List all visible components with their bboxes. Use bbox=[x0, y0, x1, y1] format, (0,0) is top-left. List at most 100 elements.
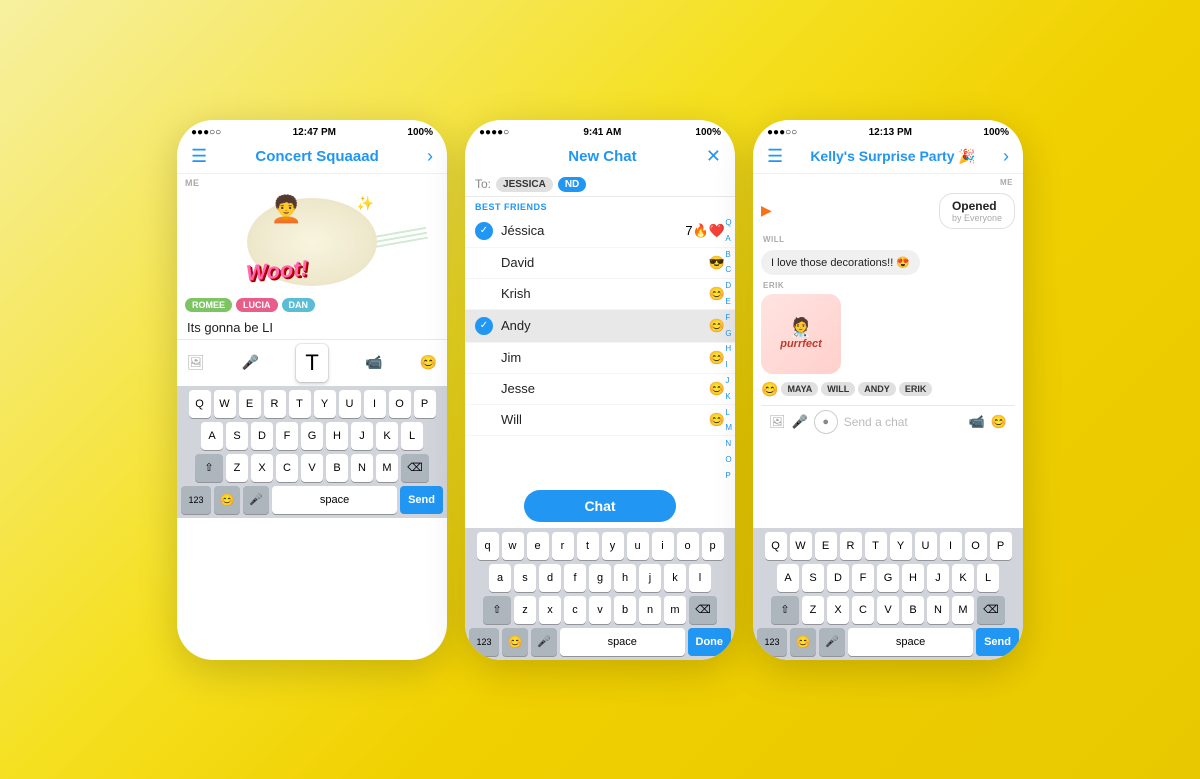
kb-u[interactable]: U bbox=[339, 390, 361, 418]
kb-g[interactable]: G bbox=[301, 422, 323, 450]
kb2-d[interactable]: d bbox=[539, 564, 561, 592]
kb3-z[interactable]: Z bbox=[802, 596, 824, 624]
alpha-i[interactable]: I bbox=[725, 360, 732, 369]
kb2-l[interactable]: l bbox=[689, 564, 711, 592]
image-icon-3[interactable]: 🖼 bbox=[769, 414, 786, 430]
kb-emoji-1[interactable]: 😊 bbox=[214, 486, 240, 514]
kb2-shift[interactable]: ⇧ bbox=[483, 596, 511, 624]
kb2-m[interactable]: m bbox=[664, 596, 686, 624]
kb3-d[interactable]: D bbox=[827, 564, 849, 592]
kb2-a[interactable]: a bbox=[489, 564, 511, 592]
kb2-g[interactable]: g bbox=[589, 564, 611, 592]
kb3-p[interactable]: P bbox=[990, 532, 1012, 560]
kb-b[interactable]: B bbox=[326, 454, 348, 482]
kb3-s[interactable]: S bbox=[802, 564, 824, 592]
alpha-k[interactable]: K bbox=[725, 392, 732, 401]
kb-mic-2[interactable]: 🎤 bbox=[531, 628, 557, 656]
kb3-t[interactable]: T bbox=[865, 532, 887, 560]
alpha-e[interactable]: E bbox=[725, 297, 732, 306]
kb2-t[interactable]: t bbox=[577, 532, 599, 560]
send-button-3[interactable]: Send bbox=[976, 628, 1019, 656]
kb2-n[interactable]: n bbox=[639, 596, 661, 624]
contact-jesse[interactable]: Jesse 😊 bbox=[465, 374, 735, 405]
contact-jessica[interactable]: ✓ Jéssica 7🔥❤️ bbox=[465, 215, 735, 248]
kb3-delete[interactable]: ⌫ bbox=[977, 596, 1005, 624]
kb-i[interactable]: I bbox=[364, 390, 386, 418]
kb-emoji-3[interactable]: 😊 bbox=[790, 628, 816, 656]
kb-l[interactable]: L bbox=[401, 422, 423, 450]
kb2-w[interactable]: w bbox=[502, 532, 524, 560]
kb-h[interactable]: H bbox=[326, 422, 348, 450]
kb2-o[interactable]: o bbox=[677, 532, 699, 560]
alpha-l[interactable]: L bbox=[725, 408, 732, 417]
kb2-j[interactable]: j bbox=[639, 564, 661, 592]
kb2-s[interactable]: s bbox=[514, 564, 536, 592]
kb3-i[interactable]: I bbox=[940, 532, 962, 560]
send-chat-input[interactable]: 🖼 🎤 ● Send a chat 📹 😊 bbox=[761, 405, 1015, 438]
kb3-r[interactable]: R bbox=[840, 532, 862, 560]
kb2-r[interactable]: r bbox=[552, 532, 574, 560]
to-chip-nd[interactable]: ND bbox=[558, 177, 586, 192]
kb3-x[interactable]: X bbox=[827, 596, 849, 624]
emoji-icon-3[interactable]: 😊 bbox=[991, 414, 1007, 430]
kb3-c[interactable]: C bbox=[852, 596, 874, 624]
kb2-x[interactable]: x bbox=[539, 596, 561, 624]
kb2-z[interactable]: z bbox=[514, 596, 536, 624]
kb-mic-1[interactable]: 🎤 bbox=[243, 486, 269, 514]
kb3-v[interactable]: V bbox=[877, 596, 899, 624]
kb2-e[interactable]: e bbox=[527, 532, 549, 560]
chat-button[interactable]: Chat bbox=[524, 490, 675, 522]
contact-jim[interactable]: Jim 😊 bbox=[465, 343, 735, 374]
kb-d[interactable]: D bbox=[251, 422, 273, 450]
alpha-d[interactable]: D bbox=[725, 281, 732, 290]
alpha-m[interactable]: M bbox=[725, 423, 732, 432]
kb2-k[interactable]: k bbox=[664, 564, 686, 592]
kb-k[interactable]: K bbox=[376, 422, 398, 450]
kb-123-2[interactable]: 123 bbox=[469, 628, 499, 656]
kb2-q[interactable]: q bbox=[477, 532, 499, 560]
kb-c[interactable]: C bbox=[276, 454, 298, 482]
alpha-p[interactable]: P bbox=[725, 471, 732, 480]
kb3-m[interactable]: M bbox=[952, 596, 974, 624]
kb-r[interactable]: R bbox=[264, 390, 286, 418]
kb3-f[interactable]: F bbox=[852, 564, 874, 592]
kb-mic-3[interactable]: 🎤 bbox=[819, 628, 845, 656]
kb3-j[interactable]: J bbox=[927, 564, 949, 592]
send-button-1[interactable]: Send bbox=[400, 486, 443, 514]
kb3-b[interactable]: B bbox=[902, 596, 924, 624]
record-button-3[interactable]: ● bbox=[814, 410, 838, 434]
kb2-f[interactable]: f bbox=[564, 564, 586, 592]
video-icon-3[interactable]: 📹 bbox=[969, 414, 985, 430]
kb3-u[interactable]: U bbox=[915, 532, 937, 560]
kb-j[interactable]: J bbox=[351, 422, 373, 450]
kb-p[interactable]: P bbox=[414, 390, 436, 418]
kb2-p[interactable]: p bbox=[702, 532, 724, 560]
alpha-c[interactable]: C bbox=[725, 265, 732, 274]
alpha-o[interactable]: O bbox=[725, 455, 732, 464]
kb3-h[interactable]: H bbox=[902, 564, 924, 592]
kb3-l[interactable]: L bbox=[977, 564, 999, 592]
kb3-n[interactable]: N bbox=[927, 596, 949, 624]
reaction-erik[interactable]: ERIK bbox=[899, 382, 933, 396]
kb2-h[interactable]: h bbox=[614, 564, 636, 592]
kb2-y[interactable]: y bbox=[602, 532, 624, 560]
kb-o[interactable]: O bbox=[389, 390, 411, 418]
kb3-w[interactable]: W bbox=[790, 532, 812, 560]
kb2-delete[interactable]: ⌫ bbox=[689, 596, 717, 624]
kb-space-1[interactable]: space bbox=[272, 486, 397, 514]
alpha-a[interactable]: A bbox=[725, 234, 732, 243]
alpha-h[interactable]: H bbox=[725, 344, 732, 353]
kb2-b[interactable]: b bbox=[614, 596, 636, 624]
reaction-andy[interactable]: ANDY bbox=[858, 382, 896, 396]
kb3-o[interactable]: O bbox=[965, 532, 987, 560]
kb3-shift[interactable]: ⇧ bbox=[771, 596, 799, 624]
kb-space-2[interactable]: space bbox=[560, 628, 685, 656]
kb-a[interactable]: A bbox=[201, 422, 223, 450]
kb-emoji-2[interactable]: 😊 bbox=[502, 628, 528, 656]
chevron-right-icon-3[interactable]: › bbox=[1003, 146, 1009, 167]
alpha-q[interactable]: Q bbox=[725, 218, 732, 227]
alpha-g[interactable]: G bbox=[725, 329, 732, 338]
emoji-icon-1[interactable]: 😊 bbox=[420, 354, 437, 371]
alpha-b[interactable]: B bbox=[725, 250, 732, 259]
kb3-g[interactable]: G bbox=[877, 564, 899, 592]
